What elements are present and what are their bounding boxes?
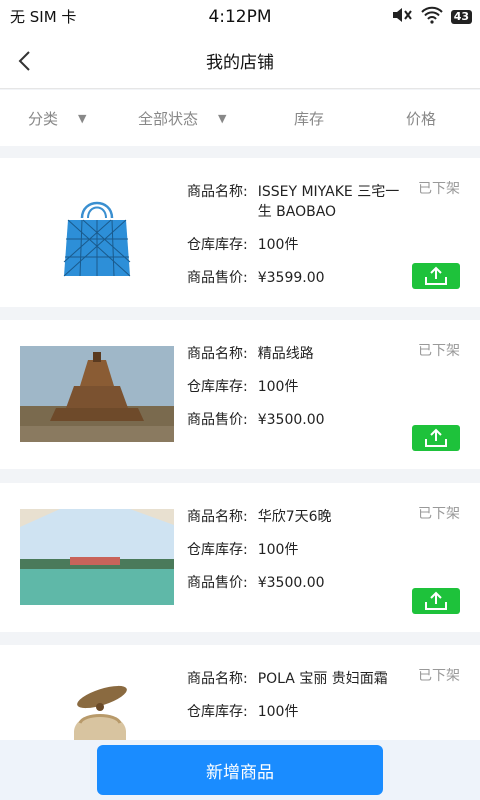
product-info: 商品名称: POLA 宝丽 贵妇面霜 仓库库存: 100件 [187,669,405,735]
product-info: 商品名称: 精品线路 仓库库存: 100件 商品售价: ¥3500.00 [187,344,405,443]
shelve-button[interactable] [412,425,460,451]
product-price: ¥3500.00 [257,412,325,428]
product-image-resort [20,509,174,605]
stock-label: 仓库库存: [187,704,248,720]
status-badge: 已下架 [418,181,460,197]
product-card[interactable]: 商品名称: ISSEY MIYAKE 三宅一生 BAOBAO 仓库库存: 100件 … [0,158,480,307]
product-list: 商品名称: ISSEY MIYAKE 三宅一生 BAOBAO 仓库库存: 100件 … [0,158,480,740]
sort-price-label: 价格 [406,109,437,128]
product-stock: 100件 [257,379,299,395]
price-label: 商品售价: [187,270,248,286]
upload-icon [425,266,447,285]
product-stock: 100件 [257,704,299,720]
filter-category-label: 分类 [28,109,59,128]
status-bar: 无 SIM 卡 4:12PM 43 [0,0,480,33]
product-name: 华欣7天6晚 [257,509,332,525]
caret-down-icon: ▼ [218,111,227,125]
status-badge: 已下架 [418,506,460,522]
caret-down-icon: ▼ [78,111,87,125]
filter-bar: 分类 ▼ 全部状态 ▼ 库存 价格 [0,90,480,146]
wifi-icon [420,6,443,28]
product-price: ¥3500.00 [257,575,325,591]
status-badge: 已下架 [418,668,460,684]
product-card[interactable]: 商品名称: POLA 宝丽 贵妇面霜 仓库库存: 100件 已下架 [0,645,480,740]
stock-label: 仓库库存: [187,237,248,253]
product-price: ¥3599.00 [257,270,325,286]
product-name: 精品线路 [257,346,314,362]
name-label: 商品名称: [187,346,248,362]
product-card[interactable]: 商品名称: 精品线路 仓库库存: 100件 商品售价: ¥3500.00 已下架 [0,320,480,469]
add-product-button[interactable]: 新增商品 [97,745,383,795]
filter-status-label: 全部状态 [138,109,199,128]
back-icon[interactable] [12,47,40,75]
price-label: 商品售价: [187,575,248,591]
product-stock: 100件 [257,542,299,558]
status-badge: 已下架 [418,343,460,359]
product-card[interactable]: 商品名称: 华欣7天6晚 仓库库存: 100件 商品售价: ¥3500.00 已下架 [0,483,480,632]
sort-price[interactable]: 价格 [406,108,436,129]
mute-icon [391,6,413,28]
battery-icon: 43 [450,9,472,24]
product-image-bag [20,184,174,280]
stock-label: 仓库库存: [187,542,248,558]
status-icons: 43 [391,6,472,28]
filter-category[interactable]: 分类 ▼ [28,108,86,129]
product-image-jar [20,671,174,740]
sort-stock[interactable]: 库存 [294,108,324,129]
product-name: POLA 宝丽 贵妇面霜 [257,671,388,687]
upload-icon [425,428,447,447]
product-image-temple [20,346,174,442]
product-info: 商品名称: ISSEY MIYAKE 三宅一生 BAOBAO 仓库库存: 100件 … [187,182,405,301]
sort-stock-label: 库存 [294,109,325,128]
shelve-button[interactable] [412,588,460,614]
product-info: 商品名称: 华欣7天6晚 仓库库存: 100件 商品售价: ¥3500.00 [187,507,405,606]
product-stock: 100件 [257,237,299,253]
name-label: 商品名称: [187,184,248,200]
name-label: 商品名称: [187,509,248,525]
page-title: 我的店铺 [206,53,274,73]
stock-label: 仓库库存: [187,379,248,395]
upload-icon [425,591,447,610]
filter-status[interactable]: 全部状态 ▼ [138,108,226,129]
shelve-button[interactable] [412,263,460,289]
name-label: 商品名称: [187,671,248,687]
price-label: 商品售价: [187,412,248,428]
footer-bar: 新增商品 [0,740,480,800]
nav-bar: 我的店铺 [0,33,480,89]
product-name: ISSEY MIYAKE 三宅一生 BAOBAO [257,184,400,220]
